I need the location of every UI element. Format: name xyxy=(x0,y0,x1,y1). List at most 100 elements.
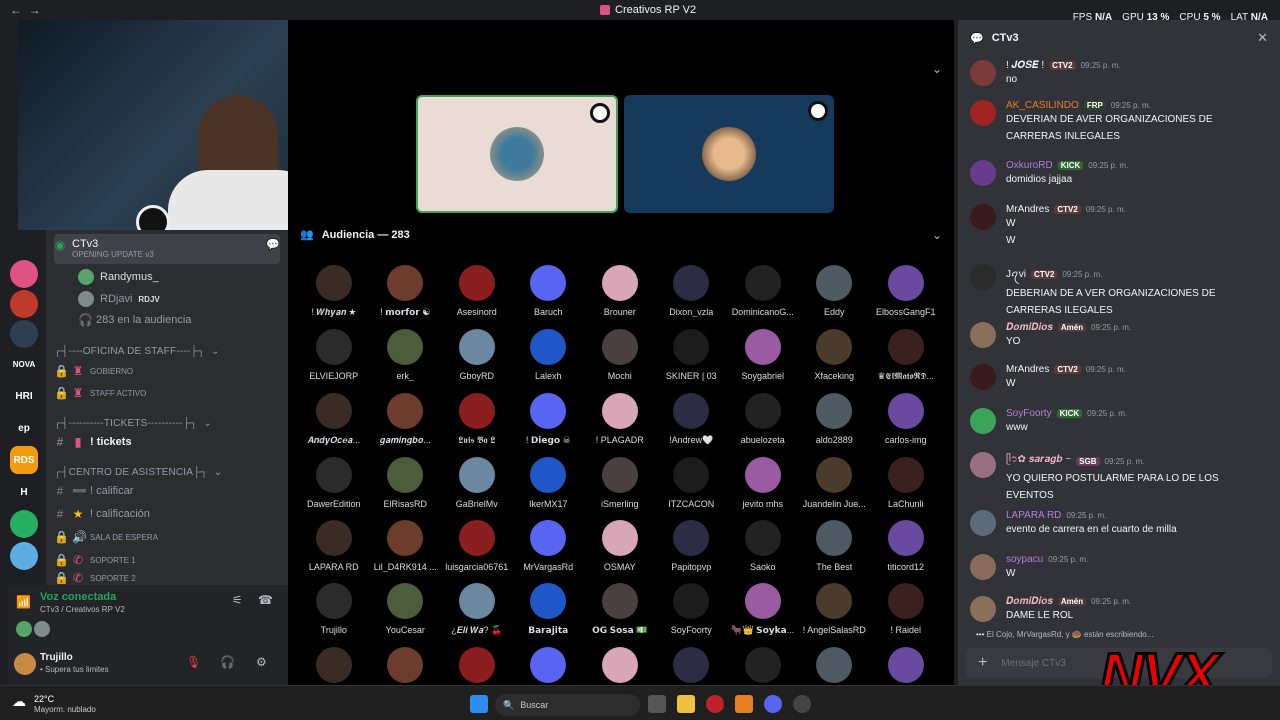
audience-member[interactable]: ElbossGangF1 xyxy=(870,265,942,318)
message-author[interactable]: ! 𝑱𝑶𝑺𝑬 ! xyxy=(1006,60,1044,71)
avatar[interactable] xyxy=(970,204,996,230)
audience-member[interactable]: ! 𝗺𝗼𝗿𝗳𝗼𝗿 ☯ xyxy=(370,265,442,318)
audience-member[interactable]: Baruch xyxy=(513,265,585,318)
server-icon-h[interactable]: H xyxy=(10,478,38,506)
audience-count[interactable]: 🎧 283 en la audiencia xyxy=(54,309,280,331)
avatar[interactable] xyxy=(970,60,996,86)
audience-member[interactable] xyxy=(441,647,513,689)
audience-member[interactable]: Soygabriel xyxy=(727,329,799,382)
audience-member[interactable]: Saoko xyxy=(727,520,799,572)
message-author[interactable]: ᥫ᭡✿ 𝒔𝒂𝒓𝒂𝒈𝒃 ~ xyxy=(1006,452,1071,470)
task-view-icon[interactable] xyxy=(648,695,666,713)
audience-member[interactable]: ¿𝑬𝒍𝒊 𝑾𝒂? 🍒 xyxy=(441,583,513,636)
avatar[interactable] xyxy=(970,510,996,536)
avatar[interactable] xyxy=(16,621,32,637)
audience-member[interactable] xyxy=(584,647,656,689)
audience-member[interactable]: Juandelin Jue... xyxy=(799,457,871,509)
audience-member[interactable]: SKINER | 03 xyxy=(656,329,728,382)
audience-member[interactable]: Dixon_vzla xyxy=(656,265,728,318)
audience-member[interactable]: 𝑨𝒏𝒅𝒚𝑶𝒄𝒆𝒂... xyxy=(298,393,370,446)
opera-icon[interactable] xyxy=(706,695,724,713)
chat-message[interactable]: LAPARA RD 09:25 p. m. evento de carrera en… xyxy=(970,510,1270,538)
audience-member[interactable]: carlos-img xyxy=(870,393,942,446)
audience-member[interactable]: titicord12 xyxy=(870,520,942,572)
audience-member[interactable]: Mochi xyxy=(584,329,656,382)
audience-member[interactable]: abuelozeta xyxy=(727,393,799,446)
audience-member[interactable]: OSMAY xyxy=(584,520,656,572)
avatar[interactable] xyxy=(34,621,50,637)
message-author[interactable]: soypacu xyxy=(1006,554,1043,565)
audience-member[interactable]: SoyFoorty xyxy=(656,583,728,636)
audience-member[interactable]: ! PLAGADR xyxy=(584,393,656,446)
speaker-tile[interactable] xyxy=(416,95,618,213)
audience-member[interactable]: 🐂👑 𝗦𝗼𝘆𝗸𝗮... xyxy=(727,583,799,636)
audience-member[interactable]: GaBrielMv xyxy=(441,457,513,509)
chat-message[interactable]: AK_CASILINDO FRP 09:25 p. m. DEVERIAN DE AV… xyxy=(970,100,1270,145)
server-icon-2[interactable] xyxy=(10,290,38,318)
audience-member[interactable]: ! 𝗗𝗶𝗲𝗴𝗼 ☠ xyxy=(513,393,585,446)
server-icon-hri[interactable]: HRI xyxy=(10,382,38,410)
audience-member[interactable]: Papitopvp xyxy=(656,520,728,572)
audience-member[interactable]: 𝒈𝒂𝒎𝒊𝒏𝒈𝒃𝒐... xyxy=(370,393,442,446)
discord-icon[interactable] xyxy=(764,695,782,713)
audience-member[interactable]: Eddy xyxy=(799,265,871,318)
avatar[interactable] xyxy=(970,322,996,348)
audience-member[interactable]: erk_ xyxy=(370,329,442,382)
speaker-tile[interactable] xyxy=(624,95,834,213)
avatar[interactable] xyxy=(970,160,996,186)
disconnect-icon[interactable]: ☎ xyxy=(258,593,273,607)
chat-message[interactable]: SoyFoorty KICK 09:25 p. m. www xyxy=(970,408,1270,436)
audience-member[interactable] xyxy=(799,647,871,689)
audience-member[interactable]: iSmerling xyxy=(584,457,656,509)
chat-message[interactable]: 𝑫𝒐𝒎𝒊𝑫𝒊𝒐𝒔 Amén 09:25 p. m. DAME LE ROL xyxy=(970,596,1270,624)
avatar[interactable] xyxy=(970,100,996,126)
server-icon-blue[interactable] xyxy=(10,542,38,570)
audience-member[interactable]: GboyRD xyxy=(441,329,513,382)
chat-message[interactable]: MrAndres CTV2 09:25 p. m. W xyxy=(970,364,1270,392)
headphones-icon[interactable]: 🎧 xyxy=(220,655,235,669)
audience-member[interactable] xyxy=(513,647,585,689)
channel-calificar[interactable]: # ➖ ! calificar xyxy=(54,480,280,502)
audience-member[interactable]: The Best xyxy=(799,520,871,572)
chat-message[interactable]: OxkuroRD KICK 09:25 p. m. domidios jajjaa xyxy=(970,160,1270,188)
chevron-down-icon[interactable]: ⌄ xyxy=(932,62,942,76)
message-author[interactable]: MrAndres xyxy=(1006,204,1049,215)
avatar[interactable] xyxy=(970,554,996,580)
category-oficina-staff[interactable]: ┌┤----OFICINA DE STAFF----├┐ ⌄ xyxy=(54,340,280,362)
message-author[interactable]: 𝑫𝒐𝒎𝒊𝑫𝒊𝒐𝒔 xyxy=(1006,596,1053,607)
message-author[interactable]: LAPARA RD xyxy=(1006,510,1061,521)
channel-staff-activo[interactable]: 🔒 ♜ STAFF ACTIVO xyxy=(54,382,280,404)
server-icon-3[interactable] xyxy=(10,320,38,348)
audience-member[interactable]: LaChunli xyxy=(870,457,942,509)
channel-soporte-1[interactable]: 🔒 ✆ SOPORTE 1 xyxy=(54,549,280,571)
chat-message[interactable]: ! 𝑱𝑶𝑺𝑬 ! CTV2 09:25 p. m. no xyxy=(970,60,1270,88)
audience-member[interactable]: ElRisasRD xyxy=(370,457,442,509)
audience-member[interactable]: YouCesar xyxy=(370,583,442,636)
chat-message[interactable]: 𝑫𝒐𝒎𝒊𝑫𝒊𝒐𝒔 Amén 09:25 p. m. YO xyxy=(970,322,1270,350)
audience-member[interactable]: ! Raidel xyxy=(870,583,942,636)
audience-member[interactable]: !Andrew🤍 xyxy=(656,393,728,446)
message-author[interactable]: Jꪖvi xyxy=(1006,264,1026,285)
voice-location-link[interactable]: CTv3 / Creativos RP V2 xyxy=(40,605,125,614)
gear-icon[interactable]: ⚙ xyxy=(256,655,267,669)
avatar[interactable] xyxy=(970,264,996,290)
channel-calificacion[interactable]: # ★ ! calificación xyxy=(54,503,280,525)
noise-suppression-icon[interactable]: ⚟ xyxy=(232,593,243,607)
voice-member[interactable]: RDjavi RDJV xyxy=(54,288,280,310)
chat-message[interactable]: ᥫ᭡✿ 𝒔𝒂𝒓𝒂𝒈𝒃 ~ SGB 09:25 p. m. YO QUIERO POST… xyxy=(970,452,1270,504)
server-icon-nova[interactable]: NOVA xyxy=(10,350,38,378)
server-icon-creativos[interactable] xyxy=(10,260,38,288)
app-icon-2[interactable] xyxy=(793,695,811,713)
audience-member[interactable]: ! AngelSalasRD xyxy=(799,583,871,636)
back-forward-icons[interactable]: ← → xyxy=(10,3,41,17)
voice-channel-ctv3[interactable]: ◉ CTv3 OPENING UPDATE v3 💬 xyxy=(54,234,280,264)
channel-sala-espera[interactable]: 🔒 🔊 SALA DE ESPERA xyxy=(54,526,280,548)
audience-member[interactable]: DawerEdition xyxy=(298,457,370,509)
message-author[interactable]: OxkuroRD xyxy=(1006,160,1053,171)
channel-gobierno[interactable]: 🔒 ♜ GOBIERNO xyxy=(54,360,280,382)
avatar[interactable] xyxy=(970,452,996,478)
audience-member[interactable] xyxy=(370,647,442,689)
message-input-placeholder[interactable]: Mensaje CTv3 xyxy=(1001,658,1065,669)
mic-muted-icon[interactable]: 🎙 xyxy=(186,655,201,669)
voice-member[interactable]: Randymus_ xyxy=(54,266,280,288)
